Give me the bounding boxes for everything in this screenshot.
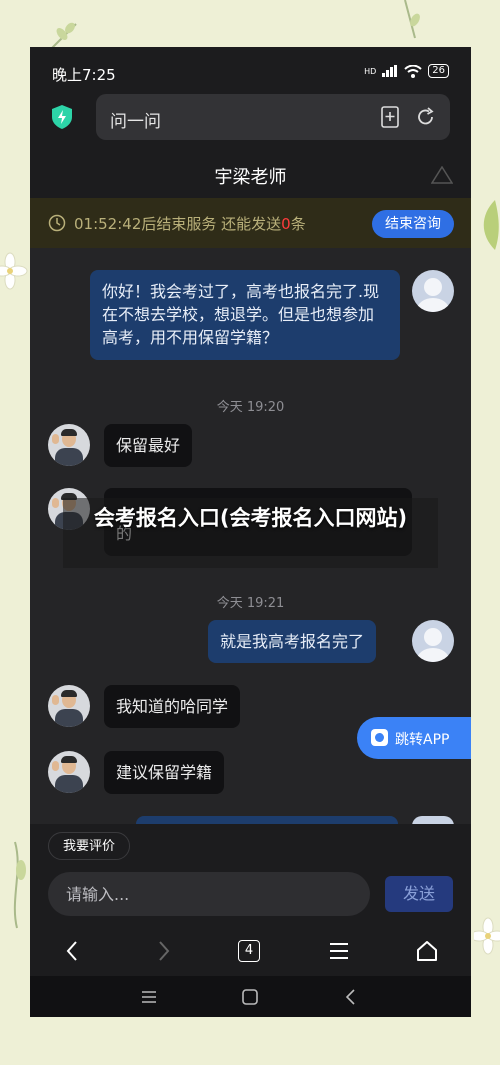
user-avatar[interactable] xyxy=(412,620,454,662)
phone-screen: 晚上7:25 HD 26 问一问 宇梁老师 01:52:42后结束服务 还能发送… xyxy=(30,47,471,1017)
browser-nav-bar: 4 xyxy=(30,924,471,976)
flower-decoration xyxy=(0,252,28,290)
overlay-title: 会考报名入口(会考报名入口网站) xyxy=(63,498,438,568)
notice-time-left: 01:52:42 xyxy=(74,215,142,233)
search-box[interactable]: 问一问 xyxy=(96,94,450,140)
teacher-avatar[interactable] xyxy=(48,424,90,466)
notice-remaining: 0 xyxy=(281,215,291,233)
signal-icon xyxy=(382,65,398,77)
refresh-icon[interactable] xyxy=(416,106,436,128)
menu-icon[interactable] xyxy=(326,938,352,964)
notice-text: 01:52:42后结束服务 还能发送0条 xyxy=(74,213,306,234)
chat-header: 宇梁老师 xyxy=(30,148,471,198)
warning-icon[interactable] xyxy=(431,166,453,184)
timestamp: 今天 19:20 xyxy=(216,400,285,415)
jump-app-label: 跳转APP xyxy=(395,732,450,748)
shield-icon[interactable] xyxy=(50,104,74,130)
branch-decoration xyxy=(404,0,420,39)
forward-icon[interactable] xyxy=(150,938,176,964)
teacher-message: 我知道的哈同学 xyxy=(104,685,241,728)
status-bar: 晚上7:25 HD 26 xyxy=(30,47,471,87)
clock-icon xyxy=(48,214,66,232)
user-message: 你好！我会考过了，高考也报名完了.现在不想去学校，想退学。但是也想参加高考，用不… xyxy=(90,270,400,360)
leaf-decoration xyxy=(483,200,499,250)
tabs-button[interactable]: 4 xyxy=(238,940,260,962)
input-panel: 我要评价 发送 xyxy=(30,824,471,924)
flower-decoration xyxy=(474,917,500,955)
teacher-avatar[interactable] xyxy=(48,751,90,793)
recent-apps-icon[interactable] xyxy=(136,984,162,1010)
end-consultation-button[interactable]: 结束咨询 xyxy=(372,210,454,238)
add-bookmark-icon[interactable] xyxy=(380,106,400,128)
teacher-message: 建议保留学籍 xyxy=(104,751,225,794)
system-back-icon[interactable] xyxy=(338,984,364,1010)
service-notice-bar: 01:52:42后结束服务 还能发送0条 结束咨询 xyxy=(30,198,471,248)
teacher-avatar[interactable] xyxy=(48,685,90,727)
notice-prefix: 后结束服务 还能发送 xyxy=(141,215,282,233)
message-input[interactable] xyxy=(48,872,370,916)
search-text: 问一问 xyxy=(110,112,161,132)
timestamp: 今天 19:21 xyxy=(216,596,285,611)
status-icons: HD 26 xyxy=(364,64,449,78)
wifi-icon xyxy=(404,64,422,78)
rate-button[interactable]: 我要评价 xyxy=(48,832,130,860)
chat-title: 宇梁老师 xyxy=(214,167,287,188)
browser-search-row: 问一问 xyxy=(30,92,471,148)
branch-decoration xyxy=(13,841,26,929)
jump-app-button[interactable]: 跳转APP xyxy=(357,717,471,759)
back-icon[interactable] xyxy=(60,938,86,964)
notice-suffix: 条 xyxy=(290,215,306,233)
system-nav-bar xyxy=(30,976,471,1017)
app-icon xyxy=(371,729,388,746)
status-time: 晚上7:25 xyxy=(52,66,116,84)
battery-indicator: 26 xyxy=(428,64,449,78)
system-home-icon[interactable] xyxy=(237,984,263,1010)
branch-decoration xyxy=(51,22,77,49)
network-type: HD xyxy=(364,66,377,76)
tabs-count: 4 xyxy=(244,943,254,958)
user-avatar[interactable] xyxy=(412,270,454,312)
send-button[interactable]: 发送 xyxy=(385,876,453,912)
home-icon[interactable] xyxy=(414,938,440,964)
user-message: 就是我高考报名完了 xyxy=(208,620,377,663)
teacher-message: 保留最好 xyxy=(104,424,193,467)
